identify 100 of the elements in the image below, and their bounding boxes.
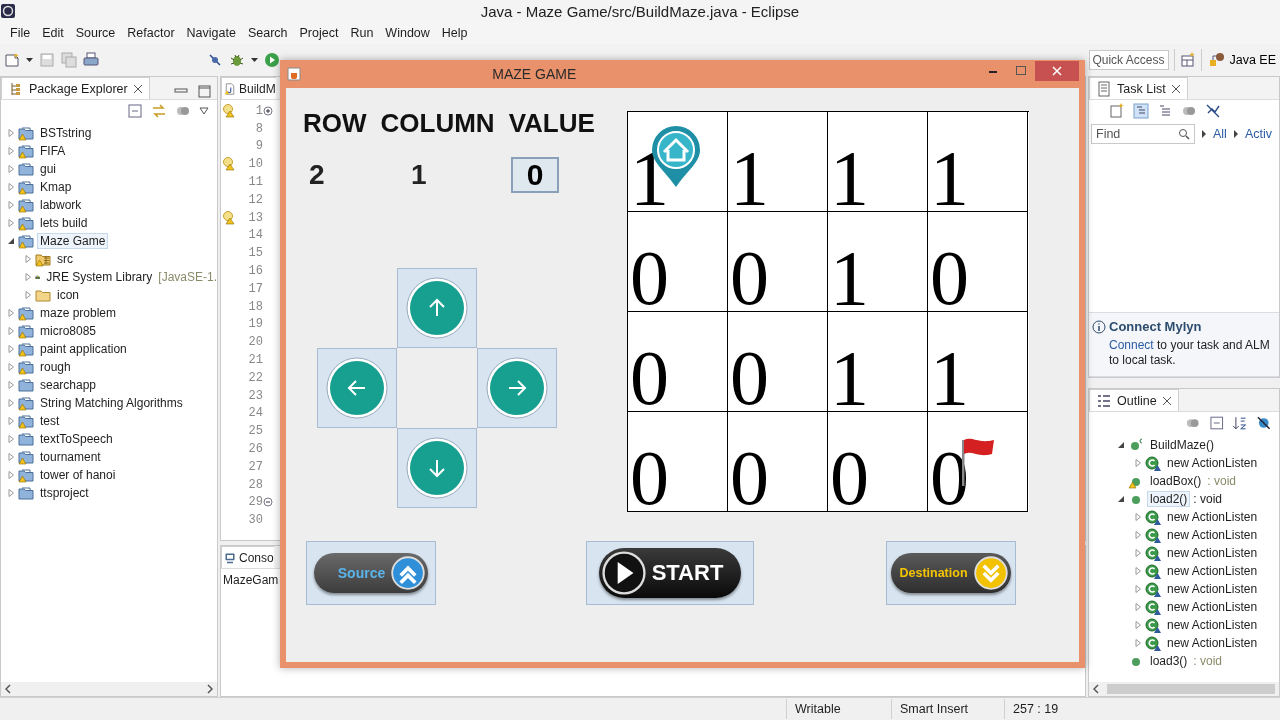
tree-item[interactable]: src xyxy=(54,251,76,267)
connect-link[interactable]: Connect xyxy=(1109,338,1154,352)
tree-item[interactable]: lets build xyxy=(37,215,91,231)
maze-cell[interactable]: 0 xyxy=(728,212,828,312)
expand-triangle-icon[interactable] xyxy=(1134,549,1142,557)
expand-triangle-icon[interactable] xyxy=(7,453,15,461)
collapse-triangle-icon[interactable] xyxy=(7,237,15,245)
tree-item[interactable]: load2() xyxy=(1147,491,1191,507)
maze-cell[interactable]: 0 xyxy=(728,412,828,512)
collapse-triangle-icon[interactable] xyxy=(1117,495,1125,503)
expand-triangle-icon[interactable] xyxy=(1134,567,1142,575)
expand-triangle-icon[interactable] xyxy=(7,345,15,353)
tree-item[interactable]: new ActionListen xyxy=(1164,581,1261,597)
tree-item[interactable]: String Matching Algorithms xyxy=(37,395,186,411)
filter-link[interactable]: All xyxy=(1213,127,1227,141)
tree-item[interactable]: tournament xyxy=(37,449,104,465)
bug-icon[interactable] xyxy=(229,52,245,68)
console-tab[interactable]: Conso xyxy=(221,546,274,568)
tree-item[interactable]: rough xyxy=(37,359,74,375)
tree-item[interactable]: new ActionListen xyxy=(1164,545,1261,561)
maze-cell[interactable]: 0 xyxy=(628,412,728,512)
maze-cell[interactable]: 0 xyxy=(828,412,928,512)
scroll-right-icon[interactable] xyxy=(207,684,213,694)
tree-item[interactable]: ttsproject xyxy=(37,485,92,501)
expand-triangle-icon[interactable] xyxy=(1134,585,1142,593)
new-file-icon[interactable] xyxy=(4,52,20,68)
tree-item[interactable]: FIFA xyxy=(37,143,69,159)
expand-triangle-icon[interactable] xyxy=(7,219,15,227)
tree-item[interactable]: new ActionListen xyxy=(1164,455,1261,471)
expand-triangle-icon[interactable] xyxy=(7,129,15,137)
expand-triangle-icon[interactable] xyxy=(24,273,32,281)
tree-item[interactable]: BSTstring xyxy=(37,125,95,141)
expand-triangle-icon[interactable] xyxy=(7,183,15,191)
menu-item[interactable]: Project xyxy=(293,24,345,42)
outline-tab[interactable]: Outline xyxy=(1089,389,1179,411)
menu-item[interactable]: Source xyxy=(69,24,122,42)
tree-item[interactable]: labwork xyxy=(37,197,85,213)
maze-cell[interactable]: 1 xyxy=(928,312,1028,412)
tree-item[interactable]: new ActionListen xyxy=(1164,617,1261,633)
expand-triangle-icon[interactable] xyxy=(7,165,15,173)
package-explorer-tab[interactable]: Package Explorer xyxy=(1,77,150,99)
maze-cell[interactable]: 0 xyxy=(728,312,828,412)
expand-triangle-icon[interactable] xyxy=(7,489,15,497)
maze-cell[interactable]: 0 xyxy=(928,212,1028,312)
expand-triangle-icon[interactable] xyxy=(7,399,15,407)
maze-cell[interactable]: 1 xyxy=(728,112,828,212)
menu-item[interactable]: Navigate xyxy=(180,24,242,42)
maze-cell[interactable]: 1 xyxy=(828,212,928,312)
tree-item[interactable]: new ActionListen xyxy=(1164,527,1261,543)
tree-item[interactable]: maze problem xyxy=(37,305,120,321)
tree-item[interactable]: JRE System Library xyxy=(43,269,156,285)
scroll-left-icon[interactable] xyxy=(5,684,11,694)
expand-triangle-icon[interactable] xyxy=(7,435,15,443)
fold-expand-icon[interactable] xyxy=(263,105,273,116)
expand-triangle-icon[interactable] xyxy=(7,471,15,479)
tree-item[interactable]: new ActionListen xyxy=(1164,563,1261,579)
maze-cell[interactable]: 0 xyxy=(628,312,728,412)
menu-item[interactable]: Search xyxy=(241,24,294,42)
tree-item[interactable]: loadBox() xyxy=(1147,473,1205,489)
run-icon[interactable] xyxy=(264,52,280,68)
left-arrow-button[interactable] xyxy=(317,348,397,428)
tree-item[interactable]: new ActionListen xyxy=(1164,509,1261,525)
maze-cell[interactable]: 0 xyxy=(628,212,728,312)
up-arrow-button[interactable] xyxy=(397,268,477,348)
expand-triangle-icon[interactable] xyxy=(7,147,15,155)
find-field[interactable]: Find xyxy=(1091,124,1195,144)
menu-item[interactable]: Run xyxy=(344,24,380,42)
tree-item[interactable]: new ActionListen xyxy=(1164,635,1261,651)
expand-triangle-icon[interactable] xyxy=(1134,531,1142,539)
start-button[interactable]: START xyxy=(586,541,754,605)
expand-triangle-icon[interactable] xyxy=(7,327,15,335)
print-icon[interactable] xyxy=(83,52,99,68)
expand-triangle-icon[interactable] xyxy=(24,291,32,299)
tree-item[interactable]: searchapp xyxy=(37,377,100,393)
skip-breakpoints-icon[interactable] xyxy=(207,52,223,68)
down-arrow-button[interactable] xyxy=(397,428,477,508)
quick-access-field[interactable]: Quick Access xyxy=(1089,50,1170,70)
save-icon[interactable] xyxy=(39,52,55,68)
expand-triangle-icon[interactable] xyxy=(7,417,15,425)
tree-item[interactable]: BuildMaze() xyxy=(1147,437,1218,453)
caret-icon[interactable] xyxy=(26,58,33,62)
tree-item[interactable]: gui xyxy=(37,161,59,177)
maze-cell[interactable]: 1 xyxy=(828,312,928,412)
task-list-tab[interactable]: Task List xyxy=(1089,77,1188,99)
close-button[interactable] xyxy=(1035,61,1079,81)
tree-item[interactable]: Kmap xyxy=(37,179,75,195)
expand-triangle-icon[interactable] xyxy=(1134,513,1142,521)
horizontal-scrollbar[interactable] xyxy=(1089,682,1279,696)
expand-triangle-icon[interactable] xyxy=(1134,621,1142,629)
fold-collapse-icon[interactable] xyxy=(263,497,273,508)
destination-button[interactable]: Destination xyxy=(886,541,1016,605)
expand-triangle-icon[interactable] xyxy=(7,381,15,389)
menu-item[interactable]: Help xyxy=(435,24,474,42)
expand-triangle-icon[interactable] xyxy=(1134,639,1142,647)
perspective-button[interactable]: Java EE xyxy=(1207,50,1278,70)
tree-item[interactable]: load3() xyxy=(1147,653,1191,669)
open-perspective-icon[interactable] xyxy=(1180,52,1197,68)
tree-item[interactable]: textToSpeech xyxy=(37,431,116,447)
expand-triangle-icon[interactable] xyxy=(7,309,15,317)
horizontal-scrollbar[interactable] xyxy=(1,682,217,696)
